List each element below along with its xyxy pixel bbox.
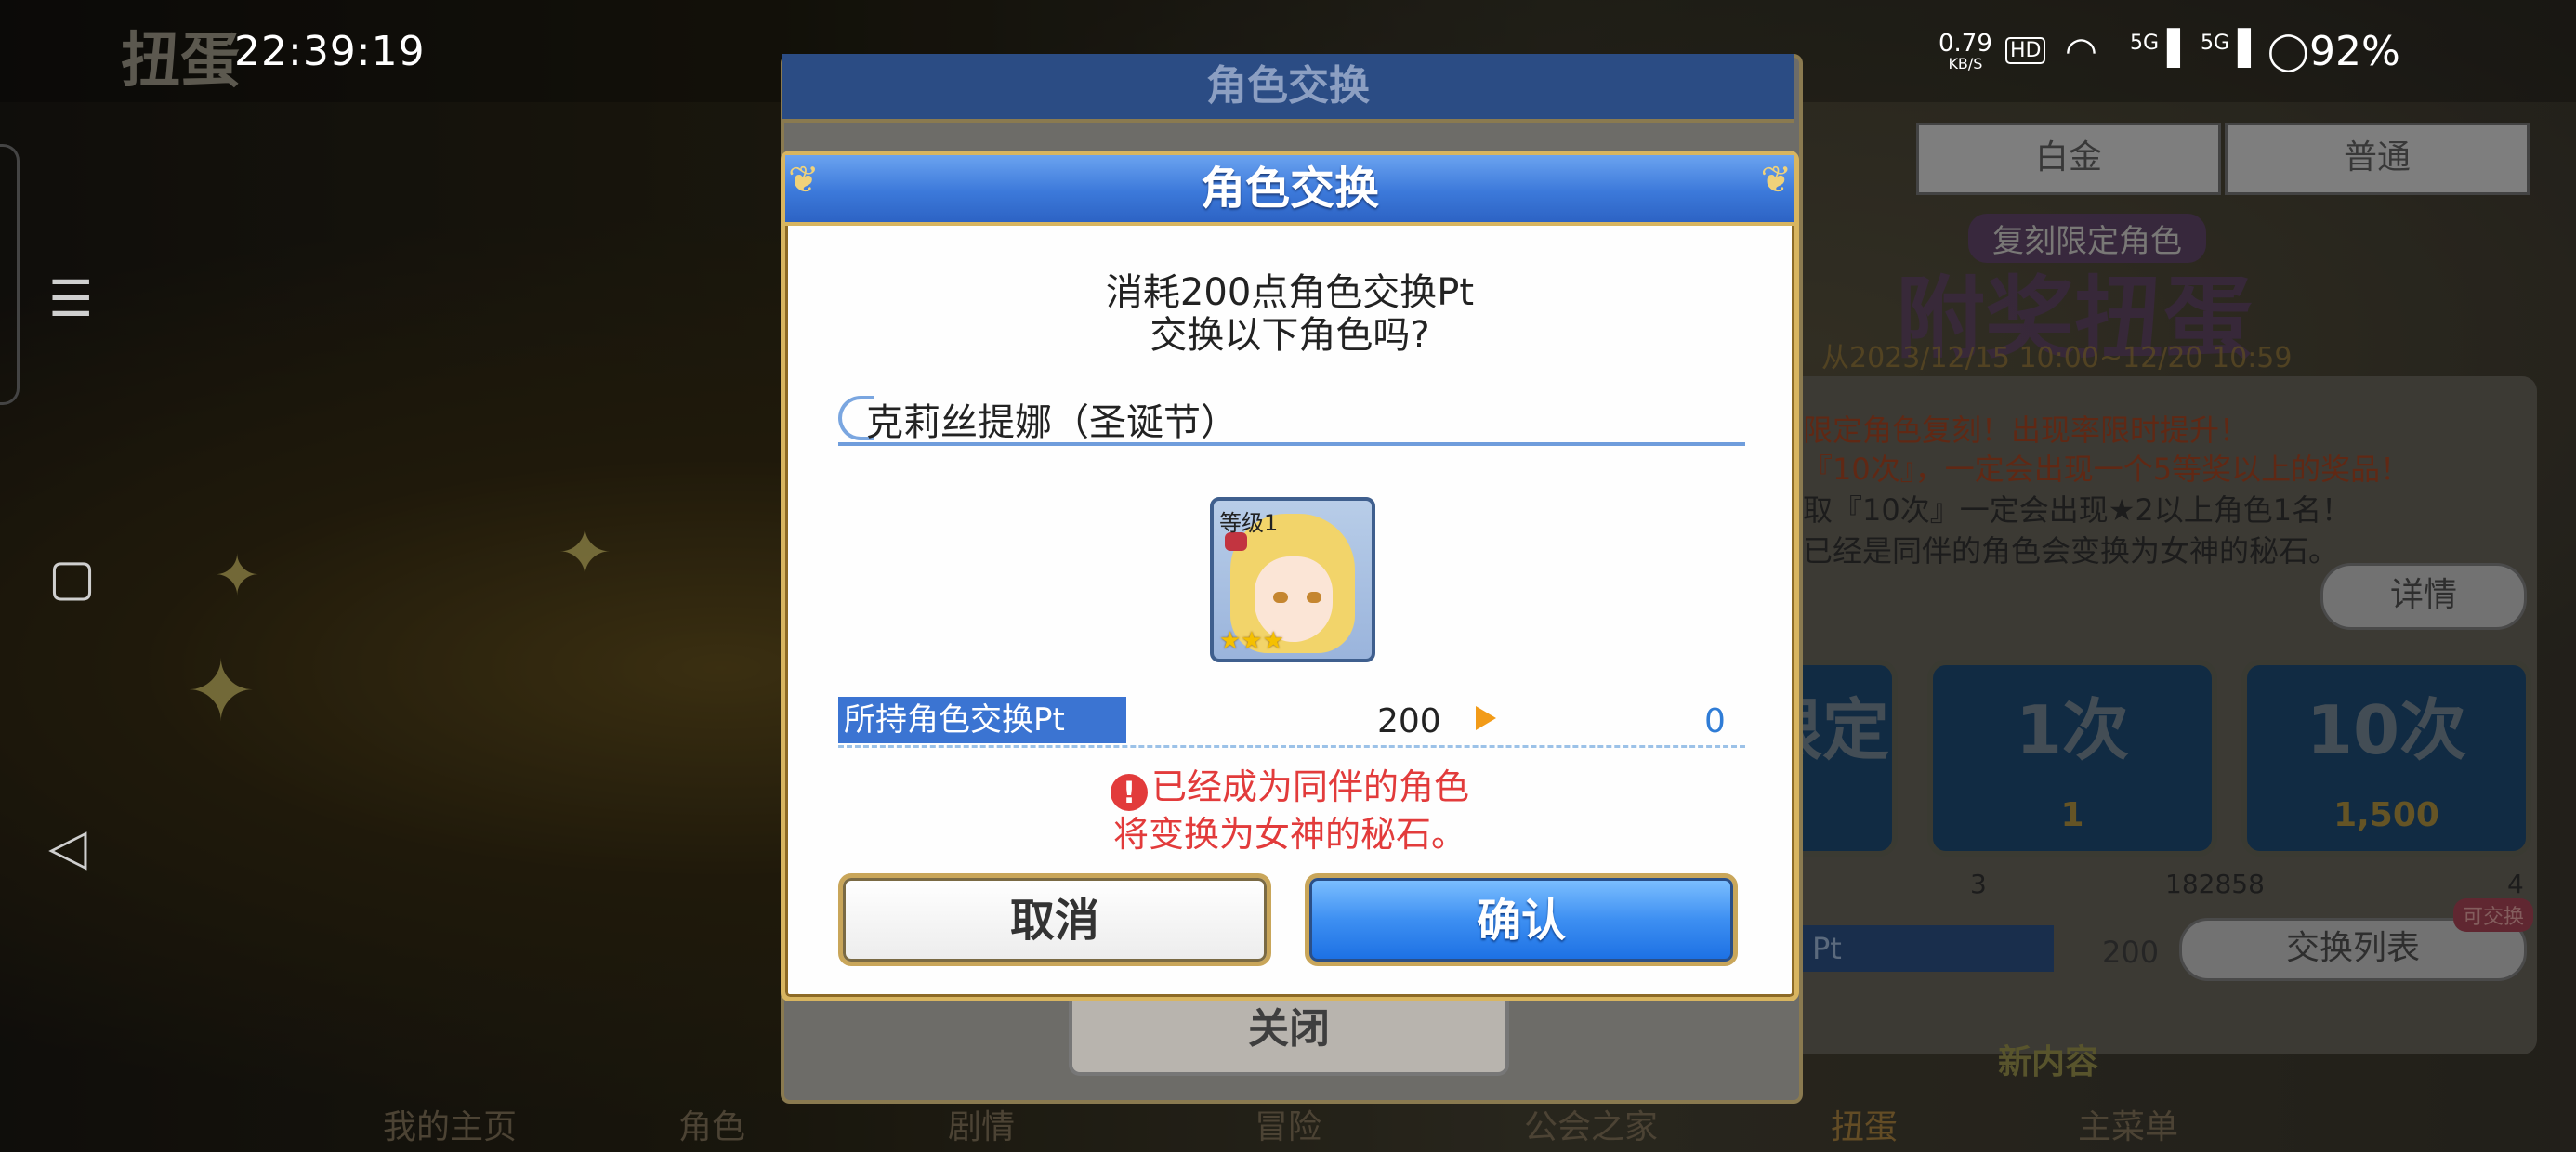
clock: 22:39:19	[234, 28, 426, 75]
warning-line-1: 已经成为同伴的角色	[1150, 766, 1469, 807]
warning-icon: !	[1110, 774, 1148, 811]
pt-row: 所持角色交换Pt 200 0	[838, 697, 1745, 748]
question-line-1: 消耗200点角色交换Pt	[1105, 271, 1475, 314]
warning-line-2: 将变换为女神的秘石。	[1112, 814, 1466, 855]
portrait-eye	[1307, 592, 1321, 603]
signal-bars-icon: ▐	[2154, 30, 2180, 68]
menu-icon[interactable]: ☰	[48, 269, 93, 328]
arrow-right-icon	[1476, 706, 1496, 730]
signal-bars-icon: ▐	[2225, 30, 2251, 68]
battery-percent: 92%	[2309, 28, 2400, 75]
back-dialog-title: 角色交换	[782, 54, 1794, 123]
home-square-icon[interactable]: ▢	[48, 548, 96, 607]
confirm-question: 消耗200点角色交换Pt 交换以下角色吗?	[781, 271, 1799, 357]
star-rating-icon: ★★★	[1219, 627, 1284, 655]
character-name-row: 克莉丝提娜（圣诞节）	[838, 390, 1745, 446]
corner-ornament-icon: ❦	[788, 159, 820, 202]
corner-ornament-icon: ❦	[1760, 159, 1792, 202]
character-portrait: 等级1 ★★★	[1210, 497, 1375, 662]
confirm-button[interactable]: 确认	[1305, 873, 1738, 966]
character-level: 等级1	[1219, 510, 1279, 536]
net-speed-value: 0.79	[1939, 30, 1992, 58]
portrait-eye	[1273, 592, 1288, 603]
exchange-confirm-dialog: 角色交换 ❦ ❦ 消耗200点角色交换Pt 交换以下角色吗? 克莉丝提娜（圣诞节…	[781, 151, 1799, 1001]
duplicate-warning: ! 已经成为同伴的角色 将变换为女神的秘石。	[781, 764, 1799, 857]
gacha-logo: 扭蛋	[121, 27, 240, 96]
side-edge-handle[interactable]	[0, 144, 20, 405]
battery-icon: ◯	[2267, 30, 2309, 72]
wifi-icon: ◠	[2065, 30, 2097, 72]
dialog-title: 角色交换	[785, 155, 1794, 226]
pt-after: 0	[1704, 702, 1726, 740]
pt-label: 所持角色交换Pt	[838, 697, 1126, 743]
pt-current: 200	[1377, 702, 1441, 740]
cancel-button[interactable]: 取消	[838, 873, 1271, 966]
hd-icon: HD	[2005, 37, 2046, 64]
net-speed: 0.79 KB/S	[1939, 30, 1992, 74]
back-triangle-icon[interactable]: ◁	[48, 818, 87, 876]
question-line-2: 交换以下角色吗?	[1150, 314, 1430, 357]
character-name: 克莉丝提娜（圣诞节）	[866, 401, 1238, 444]
